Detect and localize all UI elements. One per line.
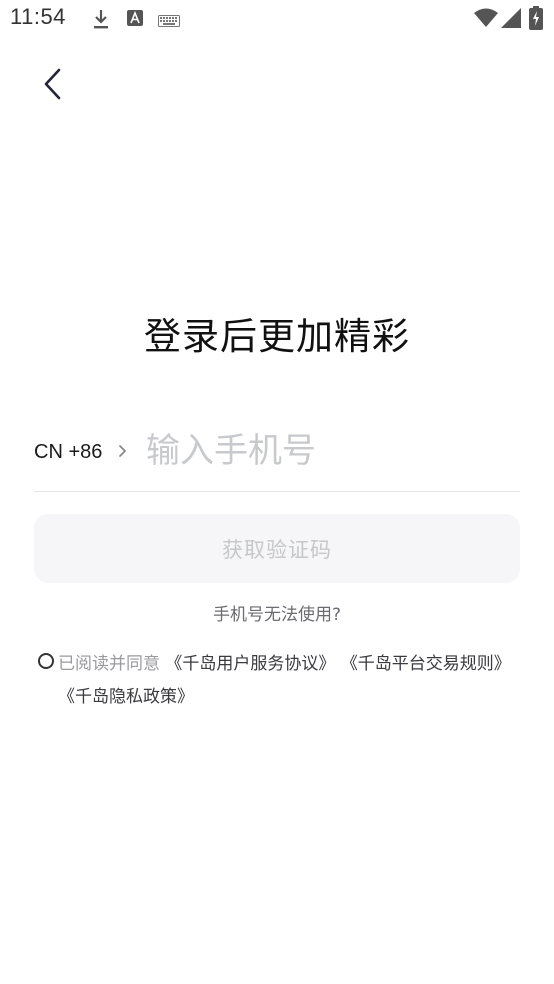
status-bar: 11:54: [0, 0, 554, 38]
signal-icon: [501, 8, 521, 32]
phone-number-input[interactable]: [146, 424, 518, 478]
chevron-right-icon[interactable]: [117, 442, 129, 460]
agreement-prefix: 已阅读并同意: [58, 654, 160, 674]
phone-unavailable-link[interactable]: 手机号无法使用?: [0, 600, 554, 625]
agreement-text: 已阅读并同意 《千岛用户服务协议》 《千岛平台交易规则》 《千岛隐私政策》: [58, 648, 520, 714]
page-title: 登录后更加精彩: [144, 315, 410, 358]
wifi-icon: [474, 8, 498, 32]
trading-rules-link[interactable]: 《千岛平台交易规则》: [341, 654, 511, 674]
input-divider: [34, 491, 520, 492]
user-service-agreement-link[interactable]: 《千岛用户服务协议》: [165, 654, 335, 674]
get-verification-code-button[interactable]: 获取验证码: [34, 514, 520, 583]
keyboard-icon: [158, 12, 180, 31]
privacy-policy-link[interactable]: 《千岛隐私政策》: [58, 687, 194, 707]
battery-charging-icon: [529, 6, 543, 34]
agreement-checkbox[interactable]: [38, 653, 54, 669]
a-badge-icon: [127, 10, 143, 30]
chevron-left-icon: [41, 67, 63, 105]
status-time: 11:54: [10, 4, 66, 29]
back-button[interactable]: [30, 64, 74, 108]
country-code-selector[interactable]: CN +86: [34, 438, 102, 466]
download-icon: [92, 8, 110, 34]
